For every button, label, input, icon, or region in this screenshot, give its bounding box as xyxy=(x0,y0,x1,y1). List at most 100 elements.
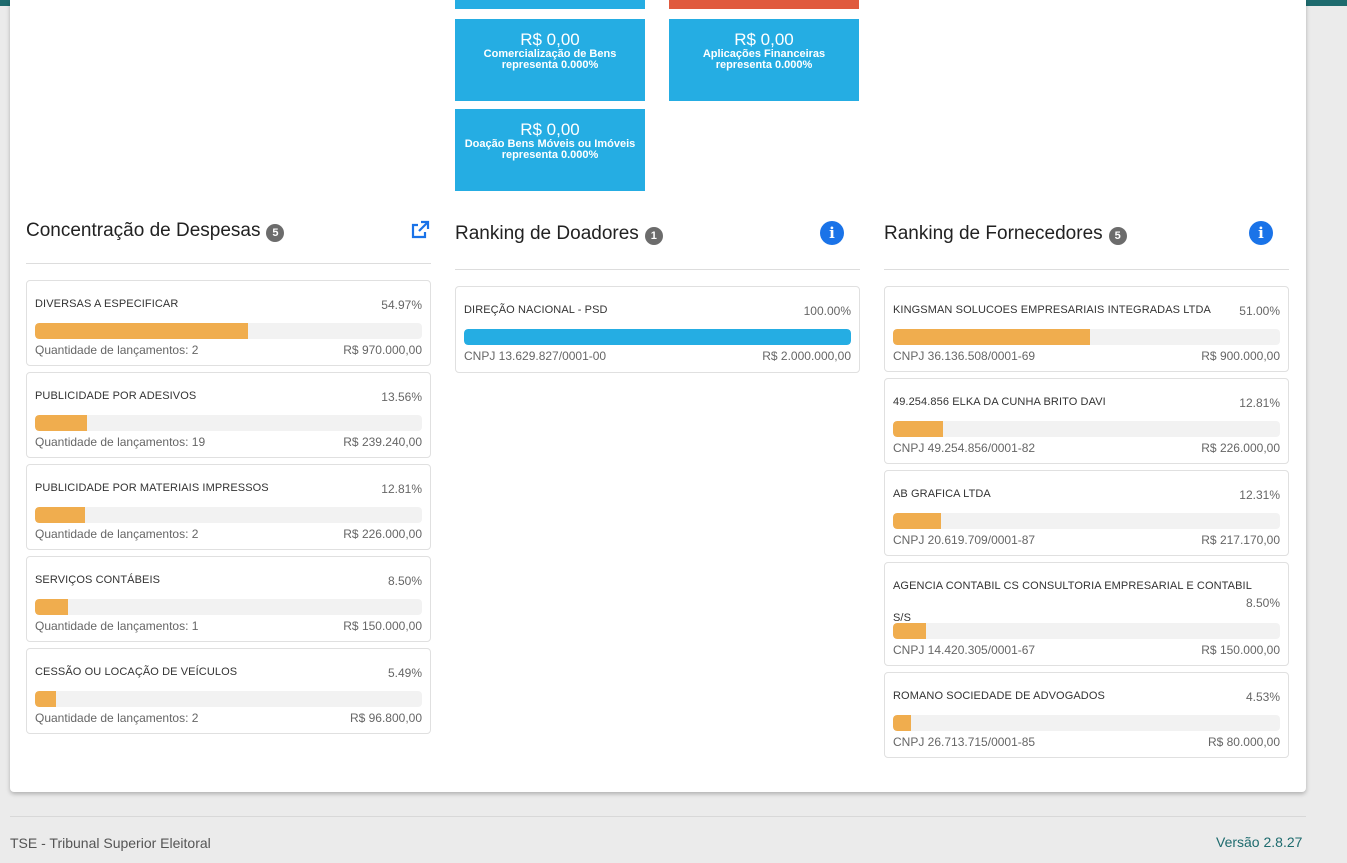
footer-org: TSE - Tribunal Superior Eleitoral xyxy=(10,835,211,851)
fornecedores-item-progress-bar xyxy=(893,329,1280,345)
despesas-item-percent: 54.97% xyxy=(381,298,422,312)
fornecedores-item-detail: CNPJ 14.420.305/0001-67 xyxy=(893,643,1036,657)
fornecedores-item-percent: 51.00% xyxy=(1239,304,1280,318)
fornecedores-item-value: R$ 217.170,00 xyxy=(1201,533,1280,547)
footer-version: Versão 2.8.27 xyxy=(1216,834,1303,850)
tile-doacao-bens: R$ 0,00 Doação Bens Móveis ou Imóveis re… xyxy=(455,109,645,191)
fornecedores-item[interactable]: KINGSMAN SOLUCOES EMPRESARIAIS INTEGRADA… xyxy=(884,286,1289,372)
despesas-item-percent: 8.50% xyxy=(387,574,422,588)
doadores-item-value: R$ 2.000.000,00 xyxy=(762,349,851,363)
doadores-item-percent: 100.00% xyxy=(803,304,851,318)
despesas-item[interactable]: CESSÃO OU LOCAÇÃO DE VEÍCULOS 5.49% Quanti… xyxy=(26,648,431,734)
fornecedores-item-detail: CNPJ 49.254.856/0001-82 xyxy=(893,441,1036,455)
doadores-divider xyxy=(455,269,860,270)
fornecedores-item-progress-fill xyxy=(893,421,943,437)
tile-stub-right xyxy=(669,0,859,9)
fornecedores-item-percent: 8.50% xyxy=(1245,596,1280,610)
tile-percent: representa 0.000% xyxy=(715,59,813,71)
despesas-item-detail: Quantidade de lançamentos: 19 xyxy=(35,435,206,449)
external-link-icon[interactable] xyxy=(410,220,430,240)
despesas-item-progress-bar xyxy=(35,691,422,707)
fornecedores-item-detail: CNPJ 26.713.715/0001-85 xyxy=(893,735,1036,749)
fornecedores-count-badge: 5 xyxy=(1108,226,1127,245)
despesas-item-progress-bar xyxy=(35,415,422,431)
fornecedores-item-detail: CNPJ 20.619.709/0001-87 xyxy=(893,533,1036,547)
fornecedores-item-value: R$ 150.000,00 xyxy=(1201,643,1280,657)
fornecedores-item-value: R$ 80.000,00 xyxy=(1207,735,1280,749)
despesas-item-progress-fill xyxy=(35,691,57,707)
doadores-title-text: Ranking de Doadores xyxy=(455,223,639,244)
fornecedores-item-name: 49.254.856 ELKA DA CUNHA BRITO DAVI xyxy=(893,396,1106,408)
tile-aplicacoes-financeiras: R$ 0,00 Aplicações Financeiras represent… xyxy=(669,19,859,101)
despesas-item[interactable]: PUBLICIDADE POR ADESIVOS 13.56% Quantidade… xyxy=(26,372,431,458)
doadores-item-progress-fill xyxy=(464,329,851,345)
doadores-item-detail: CNPJ 13.629.827/0001-00 xyxy=(464,349,607,363)
fornecedores-item-progress-fill xyxy=(893,329,1091,345)
doadores-title: Ranking de Doadores 1 xyxy=(455,223,663,245)
despesas-item-value: R$ 239.240,00 xyxy=(343,435,422,449)
despesas-item-progress-fill xyxy=(35,507,85,523)
fornecedores-item-name: AB GRAFICA LTDA xyxy=(893,488,991,500)
fornecedores-item[interactable]: 49.254.856 ELKA DA CUNHA BRITO DAVI 12.81… xyxy=(884,378,1289,464)
tile-amount: R$ 0,00 xyxy=(520,30,580,49)
despesas-item-progress-fill xyxy=(35,599,68,615)
despesas-item-name: DIVERSAS A ESPECIFICAR xyxy=(35,298,179,310)
main-card: R$ 0,00 Comercialização de Bens represen… xyxy=(10,0,1306,792)
fornecedores-item-percent: 12.81% xyxy=(1239,396,1280,410)
doadores-info-icon[interactable]: i xyxy=(820,221,844,245)
fornecedores-item-value: R$ 226.000,00 xyxy=(1201,441,1280,455)
despesas-item-value: R$ 970.000,00 xyxy=(343,343,422,357)
despesas-item-progress-fill xyxy=(35,323,248,339)
despesas-item[interactable]: SERVIÇOS CONTÁBEIS 8.50% Quantidade de lan… xyxy=(26,556,431,642)
despesas-item-percent: 5.49% xyxy=(387,666,422,680)
fornecedores-item-name: ROMANO SOCIEDADE DE ADVOGADOS xyxy=(893,690,1105,702)
tile-percent: representa 0.000% xyxy=(501,149,599,161)
fornecedores-item-progress-fill xyxy=(893,513,941,529)
fornecedores-item-progress-fill xyxy=(893,623,926,639)
fornecedores-item-value: R$ 900.000,00 xyxy=(1201,349,1280,363)
fornecedores-item-percent: 12.31% xyxy=(1239,488,1280,502)
doadores-count-badge: 1 xyxy=(644,226,663,245)
fornecedores-title: Ranking de Fornecedores 5 xyxy=(884,223,1127,245)
doadores-item-progress-bar xyxy=(464,329,851,345)
fornecedores-item[interactable]: AB GRAFICA LTDA 12.31% CNPJ 20.619.709/000… xyxy=(884,470,1289,556)
fornecedores-item-progress-bar xyxy=(893,715,1280,731)
despesas-item-progress-bar xyxy=(35,507,422,523)
fornecedores-item[interactable]: ROMANO SOCIEDADE DE ADVOGADOS 4.53% CNPJ 2… xyxy=(884,672,1289,758)
despesas-divider xyxy=(26,263,431,264)
tile-amount: R$ 0,00 xyxy=(734,30,794,49)
doadores-item[interactable]: DIREÇÃO NACIONAL - PSD 100.00% CNPJ 13.629… xyxy=(455,286,860,373)
despesas-item-value: R$ 150.000,00 xyxy=(343,619,422,633)
despesas-item-progress-fill xyxy=(35,415,88,431)
despesas-item-percent: 13.56% xyxy=(381,390,422,404)
tile-comercializacao-bens: R$ 0,00 Comercialização de Bens represen… xyxy=(455,19,645,101)
despesas-item-detail: Quantidade de lançamentos: 2 xyxy=(35,711,199,725)
tile-percent: representa 0.000% xyxy=(501,59,599,71)
despesas-item-name: PUBLICIDADE POR MATERIAIS IMPRESSOS xyxy=(35,482,269,494)
despesas-title: Concentração de Despesas 5 xyxy=(26,220,285,242)
despesas-item-percent: 12.81% xyxy=(381,482,422,496)
fornecedores-info-icon[interactable]: i xyxy=(1249,221,1273,245)
despesas-item-name: SERVIÇOS CONTÁBEIS xyxy=(35,574,161,586)
scrollbar-track[interactable] xyxy=(1325,6,1347,863)
fornecedores-item-name: KINGSMAN SOLUCOES EMPRESARIAIS INTEGRADA… xyxy=(893,304,1211,316)
despesas-item-progress-bar xyxy=(35,323,422,339)
fornecedores-item-detail: CNPJ 36.136.508/0001-69 xyxy=(893,349,1036,363)
tile-stub-left xyxy=(455,0,645,9)
fornecedores-item-percent: 4.53% xyxy=(1245,690,1280,704)
despesas-title-text: Concentração de Despesas xyxy=(26,220,261,241)
fornecedores-item[interactable]: AGENCIA CONTABIL CS CONSULTORIA EMPRESAR… xyxy=(884,562,1289,666)
fornecedores-item-progress-fill xyxy=(893,715,911,731)
fornecedores-divider xyxy=(884,269,1289,270)
doadores-item-name: DIREÇÃO NACIONAL - PSD xyxy=(464,304,608,316)
fornecedores-item-progress-bar xyxy=(893,513,1280,529)
fornecedores-item-progress-bar xyxy=(893,623,1280,639)
despesas-item[interactable]: PUBLICIDADE POR MATERIAIS IMPRESSOS 12.81… xyxy=(26,464,431,550)
despesas-item-detail: Quantidade de lançamentos: 2 xyxy=(35,527,199,541)
despesas-item-value: R$ 226.000,00 xyxy=(343,527,422,541)
despesas-item-value: R$ 96.800,00 xyxy=(349,711,422,725)
despesas-item-detail: Quantidade de lançamentos: 2 xyxy=(35,343,199,357)
fornecedores-item-progress-bar xyxy=(893,421,1280,437)
despesas-item-name: CESSÃO OU LOCAÇÃO DE VEÍCULOS xyxy=(35,666,238,678)
despesas-item[interactable]: DIVERSAS A ESPECIFICAR 54.97% Quantidade d… xyxy=(26,280,431,366)
